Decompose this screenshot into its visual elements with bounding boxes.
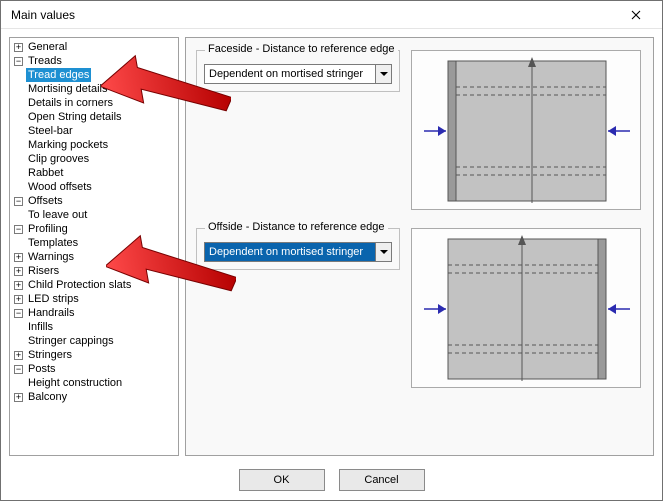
tree-item-height-construction[interactable]: Height construction: [26, 376, 124, 390]
tree-item-balcony[interactable]: Balcony: [26, 390, 69, 404]
tree-item-steel-bar[interactable]: Steel-bar: [26, 124, 75, 138]
tree-item-general[interactable]: General: [26, 40, 69, 54]
combo-faceside[interactable]: Dependent on mortised stringer: [204, 64, 392, 84]
dropdown-arrow-icon: [375, 243, 391, 261]
expand-icon[interactable]: +: [14, 253, 23, 262]
tree-item-rabbet[interactable]: Rabbet: [26, 166, 65, 180]
expand-icon[interactable]: +: [14, 281, 23, 290]
tree-item-stringers[interactable]: Stringers: [26, 348, 74, 362]
combo-value: Dependent on mortised stringer: [205, 65, 375, 83]
tree-item-led-strips[interactable]: LED strips: [26, 292, 81, 306]
tree-pane: +General −Treads Tread edges Mortising d…: [9, 37, 179, 456]
diagram-svg: [412, 229, 642, 389]
close-icon: [631, 10, 641, 20]
tree-item-templates[interactable]: Templates: [26, 236, 80, 250]
diagram-svg: [412, 51, 642, 211]
main-window: Main values +General −Treads Tread edges…: [0, 0, 663, 501]
ok-button[interactable]: OK: [239, 469, 325, 491]
expand-icon[interactable]: +: [14, 267, 23, 276]
tree-item-stringer-cappings[interactable]: Stringer cappings: [26, 334, 116, 348]
tree-item-details-in-corners[interactable]: Details in corners: [26, 96, 115, 110]
expand-icon[interactable]: +: [14, 393, 23, 402]
tree-item-wood-offsets[interactable]: Wood offsets: [26, 180, 94, 194]
combo-offside[interactable]: Dependent on mortised stringer: [204, 242, 392, 262]
cancel-button[interactable]: Cancel: [339, 469, 425, 491]
dialog-footer: OK Cancel: [1, 460, 662, 500]
expand-icon[interactable]: +: [14, 351, 23, 360]
collapse-icon[interactable]: −: [14, 365, 23, 374]
groupbox-legend: Faceside - Distance to reference edge: [205, 43, 398, 55]
tree-item-treads[interactable]: Treads: [26, 54, 64, 68]
tree-item-to-leave-out[interactable]: To leave out: [26, 208, 89, 222]
tree-item-infills[interactable]: Infills: [26, 320, 55, 334]
tree-item-offsets[interactable]: Offsets: [26, 194, 65, 208]
collapse-icon[interactable]: −: [14, 309, 23, 318]
dropdown-arrow-icon: [375, 65, 391, 83]
tree-item-warnings[interactable]: Warnings: [26, 250, 76, 264]
tree-item-tread-edges[interactable]: Tread edges: [26, 68, 91, 82]
tree-item-open-string-details[interactable]: Open String details: [26, 110, 124, 124]
window-title: Main values: [11, 8, 75, 22]
tree-item-posts[interactable]: Posts: [26, 362, 58, 376]
tree-item-profiling[interactable]: Profiling: [26, 222, 70, 236]
collapse-icon[interactable]: −: [14, 225, 23, 234]
tree-item-marking-pockets[interactable]: Marking pockets: [26, 138, 110, 152]
tree-item-risers[interactable]: Risers: [26, 264, 61, 278]
nav-tree[interactable]: +General −Treads Tread edges Mortising d…: [10, 40, 178, 404]
expand-icon[interactable]: +: [14, 295, 23, 304]
tree-item-child-protection[interactable]: Child Protection slats: [26, 278, 133, 292]
diagram-faceside: [411, 50, 641, 210]
collapse-icon[interactable]: −: [14, 197, 23, 206]
collapse-icon[interactable]: −: [14, 57, 23, 66]
tree-item-clip-grooves[interactable]: Clip grooves: [26, 152, 91, 166]
close-button[interactable]: [616, 2, 656, 28]
tree-item-mortising-details[interactable]: Mortising details: [26, 82, 109, 96]
content-pane: Faceside - Distance to reference edge De…: [185, 37, 654, 456]
combo-value: Dependent on mortised stringer: [205, 243, 375, 261]
expand-icon[interactable]: +: [14, 43, 23, 52]
tree-item-handrails[interactable]: Handrails: [26, 306, 76, 320]
groupbox-legend: Offside - Distance to reference edge: [205, 221, 388, 233]
diagram-offside: [411, 228, 641, 388]
dialog-body: +General −Treads Tread edges Mortising d…: [1, 29, 662, 460]
titlebar: Main values: [1, 1, 662, 29]
